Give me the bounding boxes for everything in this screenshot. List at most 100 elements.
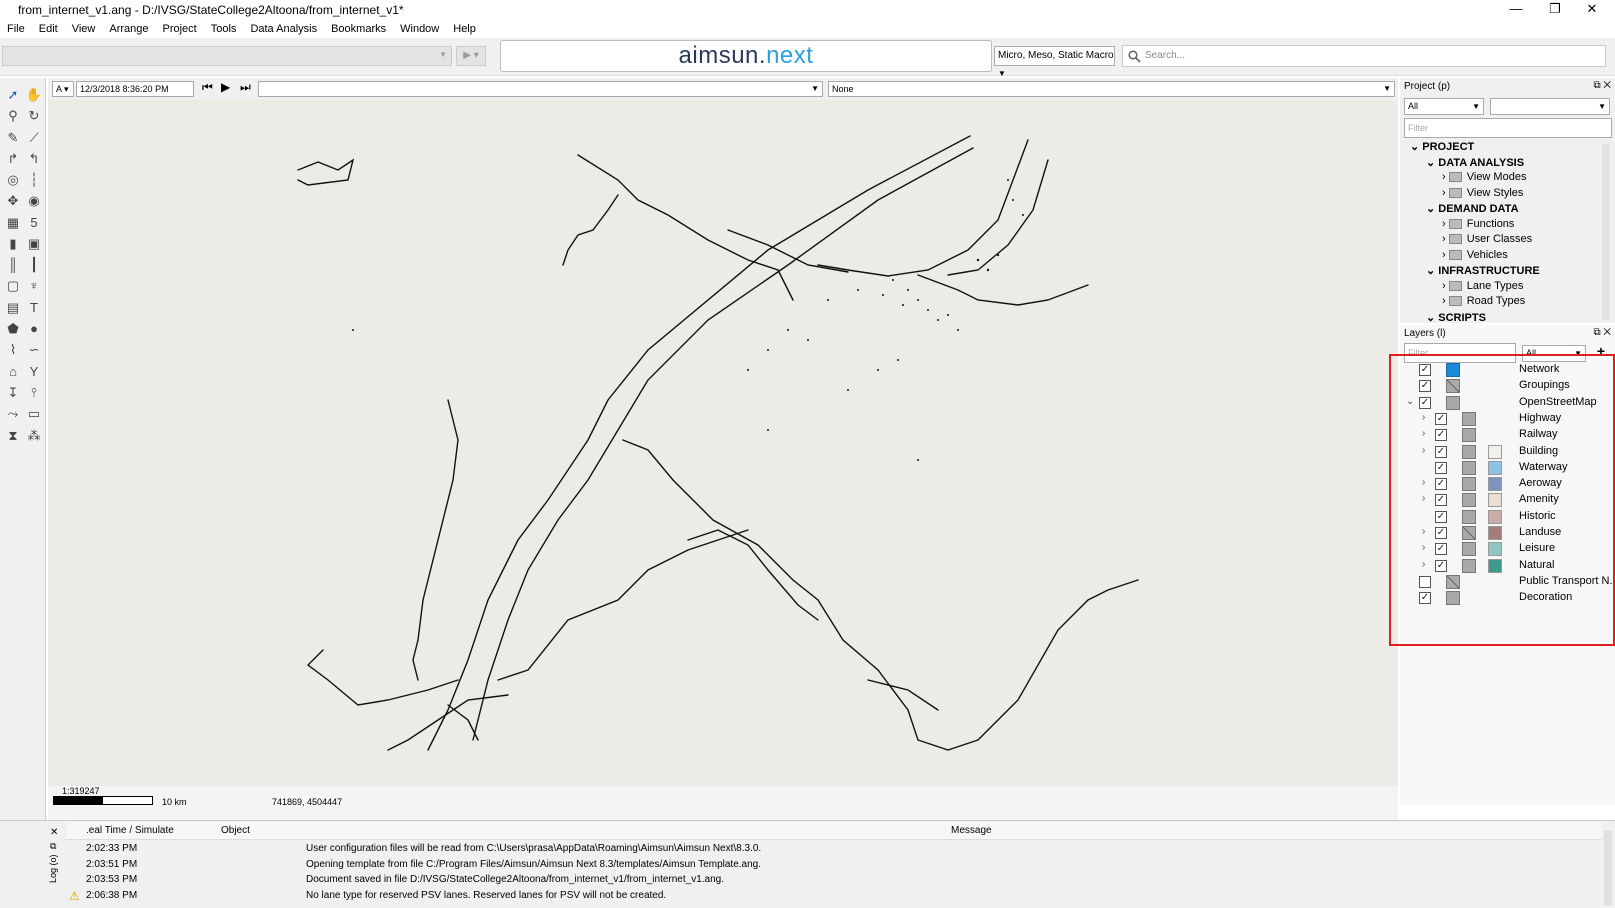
lane-icon[interactable]: ┆ [25,171,43,189]
chevron-right-icon[interactable]: › [1442,249,1449,261]
project-tree-item[interactable]: › Lane Types [1442,280,1523,292]
close-icon[interactable]: ✕ [50,827,58,838]
polygon-icon[interactable]: ⬟ [4,320,22,338]
detector-icon[interactable]: ▦ [4,214,22,232]
log-scrollbar[interactable] [1604,831,1612,905]
curve-tool-icon[interactable]: ↰ [25,150,43,168]
traffic-light-icon[interactable]: ▮ [4,235,22,253]
col-object-header[interactable]: Object [221,825,250,836]
stop-icon[interactable]: ↧ [4,384,22,402]
chevron-right-icon[interactable]: › [1442,187,1449,199]
pin-icon[interactable]: ♆ [25,277,43,295]
col-time-header[interactable]: .eal Time / Simulate [86,825,174,836]
menu-help[interactable]: Help [446,20,483,38]
project-tree-item[interactable]: › Road Types [1442,295,1525,307]
menu-data-analysis[interactable]: Data Analysis [243,20,324,38]
route-icon[interactable]: ⤳ [4,405,22,423]
float-icon[interactable]: ⧉ [50,841,56,852]
project-tree-item[interactable]: ⌄ DEMAND DATA [1426,202,1519,215]
menu-arrange[interactable]: Arrange [102,20,155,38]
search-input[interactable]: Search... [1122,45,1606,67]
run-button[interactable]: ▶ ▾ [456,46,486,66]
project-tree-item[interactable]: › Vehicles [1442,249,1508,261]
play-icon[interactable]: ▶ [221,80,230,94]
chevron-down-icon[interactable]: ⌄ [1426,203,1438,215]
project-tree-item[interactable]: ⌄ PROJECT [1410,140,1474,153]
project-tree-item[interactable]: › Functions [1442,218,1514,230]
project-filter-input[interactable]: Filter [1404,118,1612,138]
barrier-icon[interactable]: ┃ [25,256,43,274]
project-type-combo[interactable]: All ▼ [1404,98,1484,115]
chevron-right-icon[interactable]: › [1442,171,1449,183]
ruler-icon[interactable]: ▭ [25,405,43,423]
section-tool-icon[interactable]: ⟋ [25,129,43,147]
project-tree-item[interactable]: ⌄ SCRIPTS [1426,311,1486,324]
chevron-right-icon[interactable]: › [1442,280,1449,292]
project-tree-item[interactable]: ⌄ INFRASTRUCTURE [1426,264,1540,277]
project-subtype-combo[interactable]: ▼ [1490,98,1610,115]
pen-icon[interactable]: ✎ [4,129,22,147]
project-tree-item[interactable]: › View Modes [1442,171,1526,183]
datetime-input[interactable]: 12/3/2018 8:36:20 PM [76,81,194,97]
roundabout-icon[interactable]: ◉ [25,192,43,210]
panel-controls[interactable]: ⧉ ✕ [1593,327,1611,338]
menu-window[interactable]: Window [393,20,446,38]
mode-select[interactable]: Micro, Meso, Static Macro ▼ [994,46,1115,78]
log-row[interactable]: 2:03:53 PM Document saved in file D:/IVSG… [66,874,1602,889]
chevron-right-icon[interactable]: › [1442,295,1449,307]
col-message-header[interactable]: Message [951,825,992,836]
close-button[interactable]: ✕ [1569,0,1615,20]
skip-start-icon[interactable]: ⏮ [202,80,213,95]
marker-icon[interactable]: ⫯ [25,384,43,402]
view-mode-combo[interactable]: ▼ [258,81,823,97]
zoom-icon[interactable]: ⚲ [4,107,22,125]
chevron-down-icon[interactable]: ⌄ [1426,312,1438,324]
title-bar: from_internet_v1.ang - D:/IVSG/StateColl… [0,0,1615,20]
chevron-down-icon[interactable]: ⌄ [1426,265,1438,277]
project-tree-item[interactable]: ⌄ DATA ANALYSIS [1426,156,1524,169]
log-row[interactable]: ⚠ 2:06:38 PM No lane type for reserved PSV… [66,889,1602,905]
centroid-icon[interactable]: ✥ [4,192,22,210]
layer-letter-combo[interactable]: A ▾ [52,81,74,97]
project-tree-item[interactable]: › View Styles [1442,187,1523,199]
chevron-right-icon[interactable]: › [1442,233,1449,245]
menu-edit[interactable]: Edit [32,20,65,38]
speed-sign-icon[interactable]: 5 [25,214,43,232]
menu-tools[interactable]: Tools [204,20,244,38]
circle-icon[interactable]: ● [25,320,43,338]
chevron-right-icon[interactable]: › [1442,218,1449,230]
bus-icon[interactable]: ▣ [25,235,43,253]
pedestrian-icon[interactable]: ⌂ [4,363,22,381]
project-tree-item[interactable]: › User Classes [1442,233,1532,245]
network-icon[interactable]: ⁂ [25,427,43,445]
scenario-combo[interactable]: ▼ [2,46,452,66]
menu-view[interactable]: View [65,20,103,38]
log-row[interactable]: 2:03:51 PM Opening template from file C:/… [66,859,1602,874]
scale-distance: 10 km [162,797,187,807]
turn-tool-icon[interactable]: ↱ [4,150,22,168]
hourglass-icon[interactable]: ⧗ [4,427,22,445]
text-box-icon[interactable]: ▢ [4,277,22,295]
node-icon[interactable]: ◎ [4,171,22,189]
view-style-combo[interactable]: None ▼ [828,81,1395,97]
text-icon[interactable]: T [25,299,43,317]
vms-icon[interactable]: ║ [4,256,22,274]
curve-icon[interactable]: ∽ [25,341,43,359]
map-canvas[interactable] [48,100,1398,786]
log-row[interactable]: 2:02:33 PM User configuration files will … [66,843,1602,858]
menu-bookmarks[interactable]: Bookmarks [324,20,393,38]
chevron-down-icon[interactable]: ⌄ [1426,157,1438,169]
split-icon[interactable]: Y [25,363,43,381]
menu-project[interactable]: Project [156,20,204,38]
menu-file[interactable]: File [0,20,32,38]
select-arrow-icon[interactable]: ➚ [4,86,22,104]
chevron-down-icon[interactable]: ⌄ [1410,141,1422,153]
pan-hand-icon[interactable]: ✋ [25,86,43,104]
panel-controls[interactable]: ⧉ ✕ [1593,80,1611,91]
project-scrollbar[interactable] [1602,144,1610,320]
rotate-icon[interactable]: ↻ [25,107,43,125]
skip-end-icon[interactable]: ⏭ [240,80,251,95]
folder-icon [1448,187,1462,198]
polyline-icon[interactable]: ⌇ [4,341,22,359]
image-icon[interactable]: ▤ [4,299,22,317]
